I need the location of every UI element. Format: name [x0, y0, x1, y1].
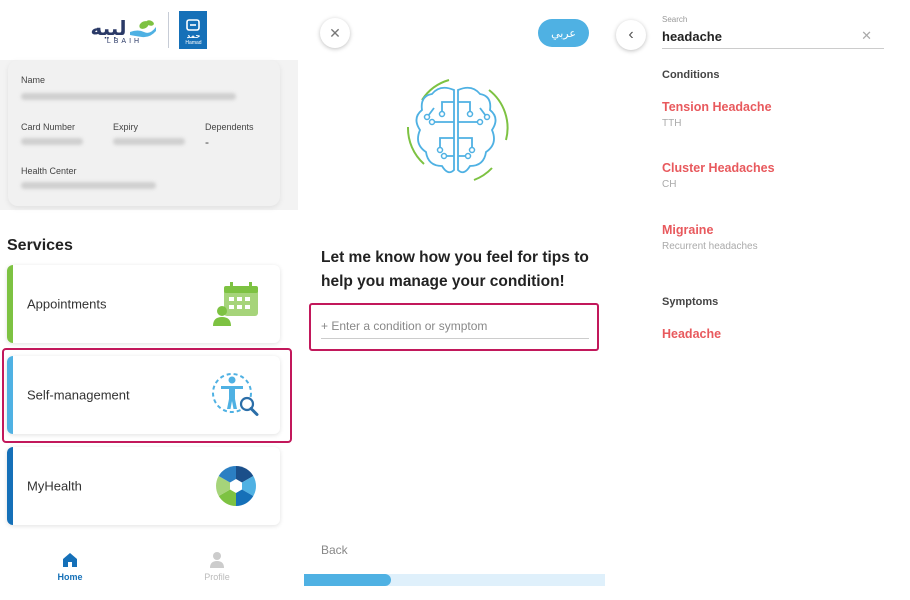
- symptoms-heading: Symptoms: [662, 296, 719, 308]
- nav-home[interactable]: Home: [20, 551, 120, 582]
- health-card-area: Name Card Number Expiry Dependents - Hea…: [0, 60, 298, 210]
- nav-home-label: Home: [57, 572, 83, 582]
- symptom-result[interactable]: Headache: [662, 327, 721, 341]
- logo-bar: لبيه LBAIH حمد Hamad: [0, 0, 298, 60]
- hamad-logo: حمد Hamad: [179, 11, 208, 49]
- search-label: Search: [662, 15, 688, 24]
- progress-bar: [304, 574, 605, 586]
- health-center-value-blurred: [21, 182, 156, 189]
- service-label: Appointments: [27, 296, 107, 312]
- person-icon: [210, 552, 224, 568]
- service-accent-bar: [7, 265, 13, 343]
- condition-subtitle: Recurrent headaches: [662, 241, 758, 252]
- hamad-emblem-icon: [186, 19, 201, 31]
- name-label: Name: [21, 75, 46, 85]
- nav-profile[interactable]: Profile: [167, 551, 267, 582]
- aperture-icon: [216, 466, 256, 506]
- condition-input[interactable]: [321, 313, 589, 339]
- search-results-screen: ‹ Search ✕ Conditions Tension Headache T…: [610, 0, 910, 600]
- chevron-left-icon: ‹: [628, 26, 634, 43]
- health-card[interactable]: Name Card Number Expiry Dependents - Hea…: [8, 60, 280, 206]
- search-input[interactable]: [662, 29, 857, 44]
- bottom-navigation: Home Profile: [0, 533, 298, 600]
- condition-title: Cluster Headaches: [662, 161, 775, 175]
- back-button[interactable]: ‹: [616, 20, 646, 50]
- language-toggle-button[interactable]: عربي: [538, 19, 589, 47]
- card-number-label: Card Number: [21, 122, 76, 132]
- close-button[interactable]: ✕: [320, 18, 350, 48]
- expiry-value-blurred: [113, 138, 185, 145]
- self-management-highlight: [2, 348, 292, 443]
- back-button[interactable]: Back: [321, 543, 348, 557]
- condition-result[interactable]: Migraine Recurrent headaches: [662, 223, 758, 252]
- logo-divider: [168, 12, 170, 48]
- condition-subtitle: CH: [662, 179, 677, 190]
- card-number-value-blurred: [21, 138, 83, 145]
- nav-profile-label: Profile: [204, 572, 230, 582]
- dependents-value: -: [205, 135, 209, 149]
- conditions-heading: Conditions: [662, 69, 720, 81]
- brain-circuit-icon: [406, 79, 509, 181]
- hamad-logo-arabic: حمد: [186, 33, 201, 40]
- service-card-myhealth[interactable]: MyHealth: [7, 447, 280, 525]
- condition-result[interactable]: Tension Headache TTH: [662, 100, 772, 129]
- lbaih-logo-english: LBAIH: [106, 37, 143, 45]
- name-value-blurred: [21, 93, 236, 100]
- condition-result[interactable]: Cluster Headaches CH: [662, 161, 775, 190]
- service-label: MyHealth: [27, 478, 82, 494]
- home-screen: لبيه LBAIH حمد Hamad Name Card Number Ex…: [0, 0, 298, 600]
- hand-leaf-icon: [130, 19, 157, 37]
- lbaih-logo: لبيه LBAIH: [91, 16, 159, 45]
- lbaih-logo-arabic: لبيه: [90, 15, 127, 40]
- expiry-label: Expiry: [113, 122, 139, 132]
- close-icon: ✕: [329, 24, 341, 41]
- health-center-label: Health Center: [21, 166, 77, 176]
- prompt-text: Let me know how you feel for tips to hel…: [321, 249, 589, 290]
- hamad-logo-english: Hamad: [185, 40, 202, 46]
- home-icon: [63, 553, 77, 567]
- calendar-user-icon: [213, 282, 258, 326]
- search-field: ✕: [662, 28, 884, 49]
- symptom-title: Headache: [662, 327, 722, 341]
- condition-title: Migraine: [662, 223, 714, 237]
- progress-fill: [304, 574, 392, 586]
- condition-input-highlight: [309, 303, 599, 351]
- services-heading: Services: [7, 237, 73, 254]
- service-card-appointments[interactable]: Appointments: [7, 265, 280, 343]
- self-management-screen: ✕ عربي Let me know how you feel for tips…: [304, 0, 605, 600]
- condition-title: Tension Headache: [662, 100, 772, 114]
- service-accent-bar: [7, 447, 13, 525]
- condition-subtitle: TTH: [662, 118, 682, 129]
- clear-search-icon[interactable]: ✕: [861, 28, 872, 44]
- dependents-label: Dependents: [205, 122, 254, 132]
